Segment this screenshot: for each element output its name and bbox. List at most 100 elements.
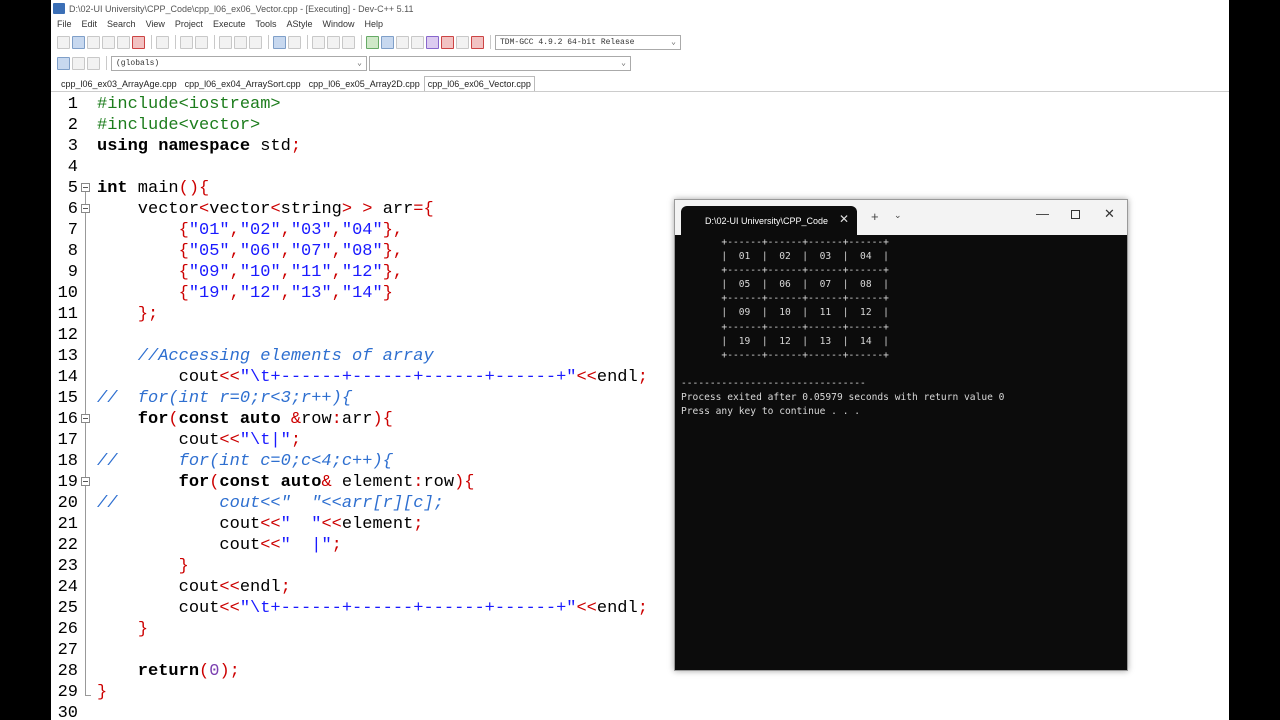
code-text: {"05","06","07","08"}, [97,241,403,262]
console-window[interactable]: D:\02-UI University\CPP_Code ✕ + ⌄ — ✕ +… [674,199,1128,671]
code-text: for(const auto& element:row){ [97,472,475,493]
goto-icon[interactable] [249,35,262,49]
save-icon[interactable] [87,35,100,49]
code-token: , [280,284,291,303]
close-file-icon[interactable] [117,35,130,49]
menu-item-tools[interactable]: Tools [255,19,276,29]
new-tab-icon[interactable]: + [871,209,879,224]
menu-item-search[interactable]: Search [107,19,136,29]
open-icon[interactable] [72,35,85,49]
console-line: | 19 | 12 | 13 | 14 | [681,335,889,347]
project-icon[interactable] [273,35,286,49]
code-token: } [178,557,189,576]
menu-item-astyle[interactable]: AStyle [286,19,312,29]
line-number: 15 [57,389,78,408]
unindent-icon[interactable] [327,35,340,49]
code-token: << [576,368,597,387]
code-token: cout [97,431,220,450]
line-number: 2 [67,116,78,135]
tab-file[interactable]: cpp_l06_ex06_Vector.cpp [423,76,535,91]
scope-select-value: (globals) [116,58,160,68]
goto-bookmark-icon[interactable] [87,56,100,70]
fold-toggle-icon[interactable] [81,414,90,423]
console-line: Press any key to continue . . . [681,406,861,418]
chevron-down-icon[interactable]: ⌄ [894,210,902,221]
toggle-comment-icon[interactable] [342,35,355,49]
line-number: 19 [57,473,78,492]
find-icon[interactable] [219,35,232,49]
console-line: +------+------+------+------+ [681,265,889,277]
new-file-icon[interactable] [57,35,70,49]
menu-item-help[interactable]: Help [365,19,384,29]
scope-select[interactable]: (globals) ⌄ [111,55,367,71]
close-icon[interactable]: ✕ [839,212,849,226]
code-token: , [331,284,342,303]
line-number: 18 [57,452,78,471]
line-number: 3 [67,137,78,156]
code-token: "03" [290,221,332,240]
code-text: {"19","12","13","14"} [97,283,393,304]
fold-toggle-icon[interactable] [81,204,90,213]
menu-item-window[interactable]: Window [323,19,355,29]
menu-item-edit[interactable]: Edit [82,19,98,29]
console-tab[interactable]: D:\02-UI University\CPP_Code ✕ [681,206,857,235]
check-syntax-icon[interactable] [426,35,439,49]
stop-icon[interactable] [441,35,454,49]
tab-file[interactable]: cpp_l06_ex03_ArrayAge.cpp [57,76,181,91]
class-toolbar: (globals) ⌄ ⌄ [57,54,631,72]
code-token: "19" [188,284,230,303]
toolbar-separator [490,35,491,49]
fold-toggle-icon[interactable] [81,183,90,192]
maximize-icon[interactable] [1071,210,1080,219]
print-icon[interactable] [156,35,169,49]
tab-file[interactable]: cpp_l06_ex04_ArraySort.cpp [181,76,305,91]
line-number: 4 [67,158,78,177]
code-token: { [178,242,189,261]
code-token: for [97,410,169,429]
menu-item-view[interactable]: View [146,19,165,29]
line-number: 24 [57,578,78,597]
redo-icon[interactable] [195,35,208,49]
code-text: cout<<endl; [97,577,291,598]
function-select[interactable]: ⌄ [369,55,631,71]
code-token: int [97,179,128,198]
minimize-icon[interactable]: — [1036,206,1049,221]
menu-item-project[interactable]: Project [175,19,203,29]
code-token: & [321,473,332,492]
save-all-icon[interactable] [102,35,115,49]
code-text: // for(int r=0;r<3;r++){ [97,388,352,409]
indent-icon[interactable] [312,35,325,49]
line-number: 23 [57,557,78,576]
menu-item-execute[interactable]: Execute [213,19,246,29]
insert-icon[interactable] [57,56,70,70]
debug-icon[interactable] [471,35,484,49]
compile-icon[interactable] [366,35,379,49]
close-window-icon[interactable]: ✕ [1104,206,1115,222]
compiler-select[interactable]: TDM-GCC 4.9.2 64-bit Release ⌄ [495,34,681,50]
code-token: , [229,242,240,261]
replace-icon[interactable] [234,35,247,49]
code-token: << [219,431,240,450]
line-number: 1 [67,95,78,114]
toggle-bookmark-icon[interactable] [72,56,85,70]
code-token: " |" [280,536,332,555]
code-line: 30 [51,703,1229,720]
remove-icon[interactable] [288,35,301,49]
code-token: "01" [188,221,230,240]
rebuild-icon[interactable] [411,35,424,49]
close-all-icon[interactable] [132,35,145,49]
run-icon[interactable] [381,35,394,49]
fold-toggle-icon[interactable] [81,477,90,486]
console-line: +------+------+------+------+ [681,349,889,361]
console-line: Process exited after 0.05979 seconds wit… [681,392,1005,404]
code-line: 4 [51,157,1229,178]
menu-item-file[interactable]: File [57,19,72,29]
console-line: +------+------+------+------+ [681,321,889,333]
compile-run-icon[interactable] [396,35,409,49]
tab-file[interactable]: cpp_l06_ex05_Array2D.cpp [305,76,424,91]
chart-icon[interactable] [456,35,469,49]
undo-icon[interactable] [180,35,193,49]
